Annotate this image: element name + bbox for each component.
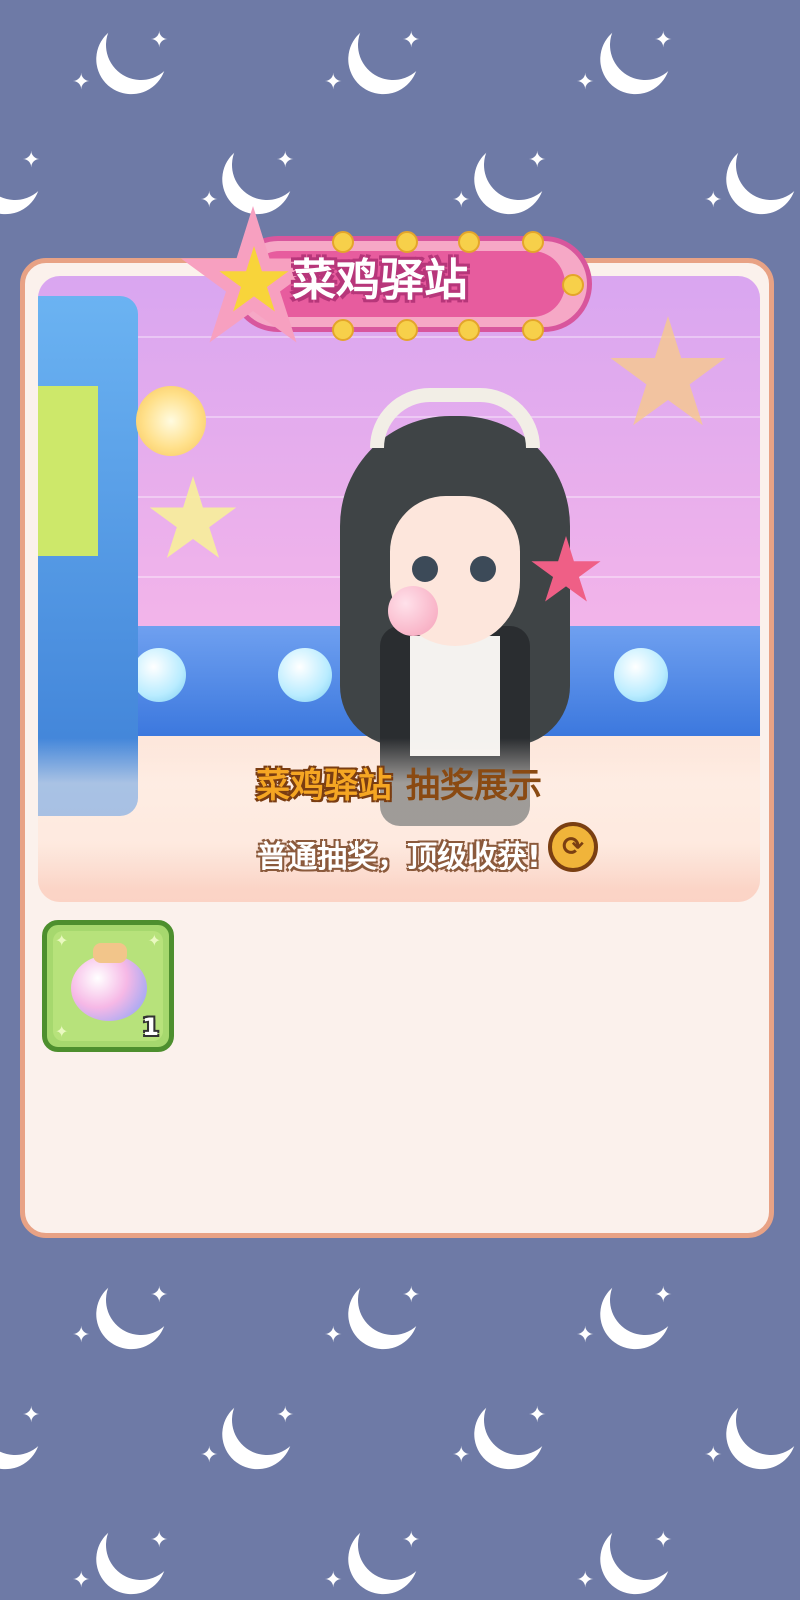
- sparkle-icon: ✦: [324, 70, 343, 95]
- marquee-light: [522, 319, 544, 341]
- sparkle-icon: ✦: [654, 1283, 673, 1308]
- sparkle-icon: ✦: [452, 188, 471, 213]
- moon-icon: [726, 120, 800, 210]
- sparkle-icon: ✦: [402, 1528, 421, 1553]
- sparkle-icon: ✦: [576, 1323, 595, 1348]
- sparkle-icon: ✦: [324, 1568, 343, 1593]
- caption-event-name: 菜鸡驿站: [256, 766, 392, 806]
- moon-icon: [348, 1255, 438, 1345]
- sparkle-icon: ✦: [150, 1528, 169, 1553]
- moon-icon: [96, 1500, 186, 1590]
- lottery-showcase-banner: 菜鸡驿站 抽奖展示 普通抽奖，顶级收获! ⟳: [38, 276, 760, 902]
- reward-item-slot[interactable]: ✦ ✦ ✦ 1: [42, 920, 174, 1052]
- moon-icon: [600, 1500, 690, 1590]
- item-count: 1: [142, 1013, 159, 1041]
- sparkle-icon: ✦: [150, 28, 169, 53]
- sparkle-icon: ✦: [276, 1403, 295, 1428]
- sparkle-icon: ✦: [147, 931, 161, 950]
- refresh-icon: ⟳: [562, 832, 584, 862]
- moon-icon: [348, 0, 438, 90]
- character-eye: [470, 556, 496, 582]
- refresh-button[interactable]: ⟳: [548, 822, 598, 872]
- stage-light: [132, 648, 186, 702]
- sparkle-icon: ✦: [654, 1528, 673, 1553]
- character-eye: [412, 556, 438, 582]
- potion-cap: [93, 943, 127, 963]
- sparkle-icon: ✦: [55, 1022, 69, 1041]
- sparkle-icon: ✦: [402, 28, 421, 53]
- sparkle-icon: ✦: [72, 1568, 91, 1593]
- sparkle-icon: ✦: [22, 148, 41, 173]
- caption-title: 菜鸡驿站 抽奖展示: [38, 758, 760, 807]
- marquee-light: [458, 319, 480, 341]
- sparkle-icon: ✦: [324, 1323, 343, 1348]
- headphones-band: [370, 388, 540, 448]
- caption-subtitle: 普通抽奖，顶级收获!: [257, 840, 541, 875]
- sparkle-icon: ✦: [704, 1443, 723, 1468]
- moon-icon: [96, 0, 186, 90]
- moon-icon: [348, 1500, 438, 1590]
- bubblegum-bubble: [388, 586, 438, 636]
- moon-icon: [96, 1255, 186, 1345]
- marquee-light: [562, 274, 584, 296]
- arcade-screen: [38, 386, 98, 556]
- sparkle-icon: ✦: [72, 1323, 91, 1348]
- moon-icon: [600, 0, 690, 90]
- moon-icon: [222, 120, 312, 210]
- hanging-bulb: [136, 386, 206, 456]
- sparkle-icon: ✦: [452, 1443, 471, 1468]
- sparkle-icon: ✦: [72, 70, 91, 95]
- caption-label: 抽奖展示: [406, 766, 542, 806]
- sparkle-icon: ✦: [654, 28, 673, 53]
- sparkle-icon: ✦: [576, 70, 595, 95]
- marquee-light: [332, 319, 354, 341]
- marquee-light: [396, 319, 418, 341]
- sparkle-icon: ✦: [22, 1403, 41, 1428]
- moon-icon: [600, 1255, 690, 1345]
- moon-icon: [474, 1375, 564, 1465]
- sparkle-icon: ✦: [200, 188, 219, 213]
- sparkle-icon: ✦: [576, 1568, 595, 1593]
- sparkle-icon: ✦: [200, 1443, 219, 1468]
- moon-icon: [222, 1375, 312, 1465]
- sparkle-icon: ✦: [276, 148, 295, 173]
- event-title: 菜鸡驿站: [292, 255, 468, 306]
- marquee-light: [522, 231, 544, 253]
- moon-icon: [474, 120, 564, 210]
- wall-star-decoration: [149, 476, 237, 558]
- moon-icon: [726, 1375, 800, 1465]
- sparkle-icon: ✦: [528, 1403, 547, 1428]
- potion-bottle-icon: [71, 955, 147, 1021]
- sparkle-icon: ✦: [150, 1283, 169, 1308]
- sparkle-icon: ✦: [528, 148, 547, 173]
- sparkle-icon: ✦: [704, 188, 723, 213]
- sparkle-icon: ✦: [55, 931, 69, 950]
- sparkle-icon: ✦: [402, 1283, 421, 1308]
